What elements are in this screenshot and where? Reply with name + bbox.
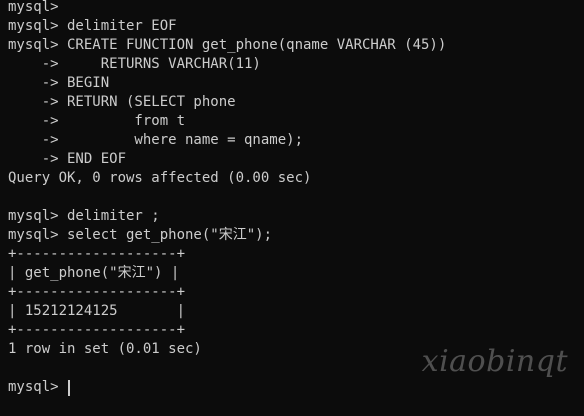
- terminal-output: mysql> mysql> delimiter EOF mysql> CREAT…: [8, 0, 446, 397]
- terminal-line: mysql> select get_phone("宋江");: [8, 227, 273, 243]
- result-table-border: +-------------------+: [8, 322, 186, 338]
- terminal-line: -> RETURN (SELECT phone: [8, 94, 236, 110]
- terminal-line: mysql> delimiter EOF: [8, 18, 177, 34]
- terminal-line: -> from t: [8, 113, 186, 129]
- input-line[interactable]: mysql>: [8, 378, 446, 397]
- terminal-window[interactable]: mysql> mysql> delimiter EOF mysql> CREAT…: [0, 0, 584, 416]
- result-table-border: +-------------------+: [8, 246, 186, 262]
- result-table-header: | get_phone("宋江") |: [8, 265, 180, 281]
- terminal-line: 1 row in set (0.01 sec): [8, 341, 202, 357]
- text-cursor: [68, 379, 71, 396]
- terminal-line: Query OK, 0 rows affected (0.00 sec): [8, 170, 312, 186]
- watermark: xiaobinqt: [421, 344, 568, 379]
- prompt: mysql>: [8, 379, 68, 395]
- result-table-border: +-------------------+: [8, 284, 186, 300]
- terminal-line: mysql> CREATE FUNCTION get_phone(qname V…: [8, 37, 447, 53]
- terminal-line: -> where name = qname);: [8, 132, 304, 148]
- terminal-line: mysql>: [8, 0, 59, 15]
- terminal-line: -> BEGIN: [8, 75, 110, 91]
- terminal-line: -> RETURNS VARCHAR(11): [8, 56, 261, 72]
- terminal-line: mysql> delimiter ;: [8, 208, 160, 224]
- result-table-row: | 15212124125 |: [8, 303, 186, 319]
- terminal-line: -> END EOF: [8, 151, 127, 167]
